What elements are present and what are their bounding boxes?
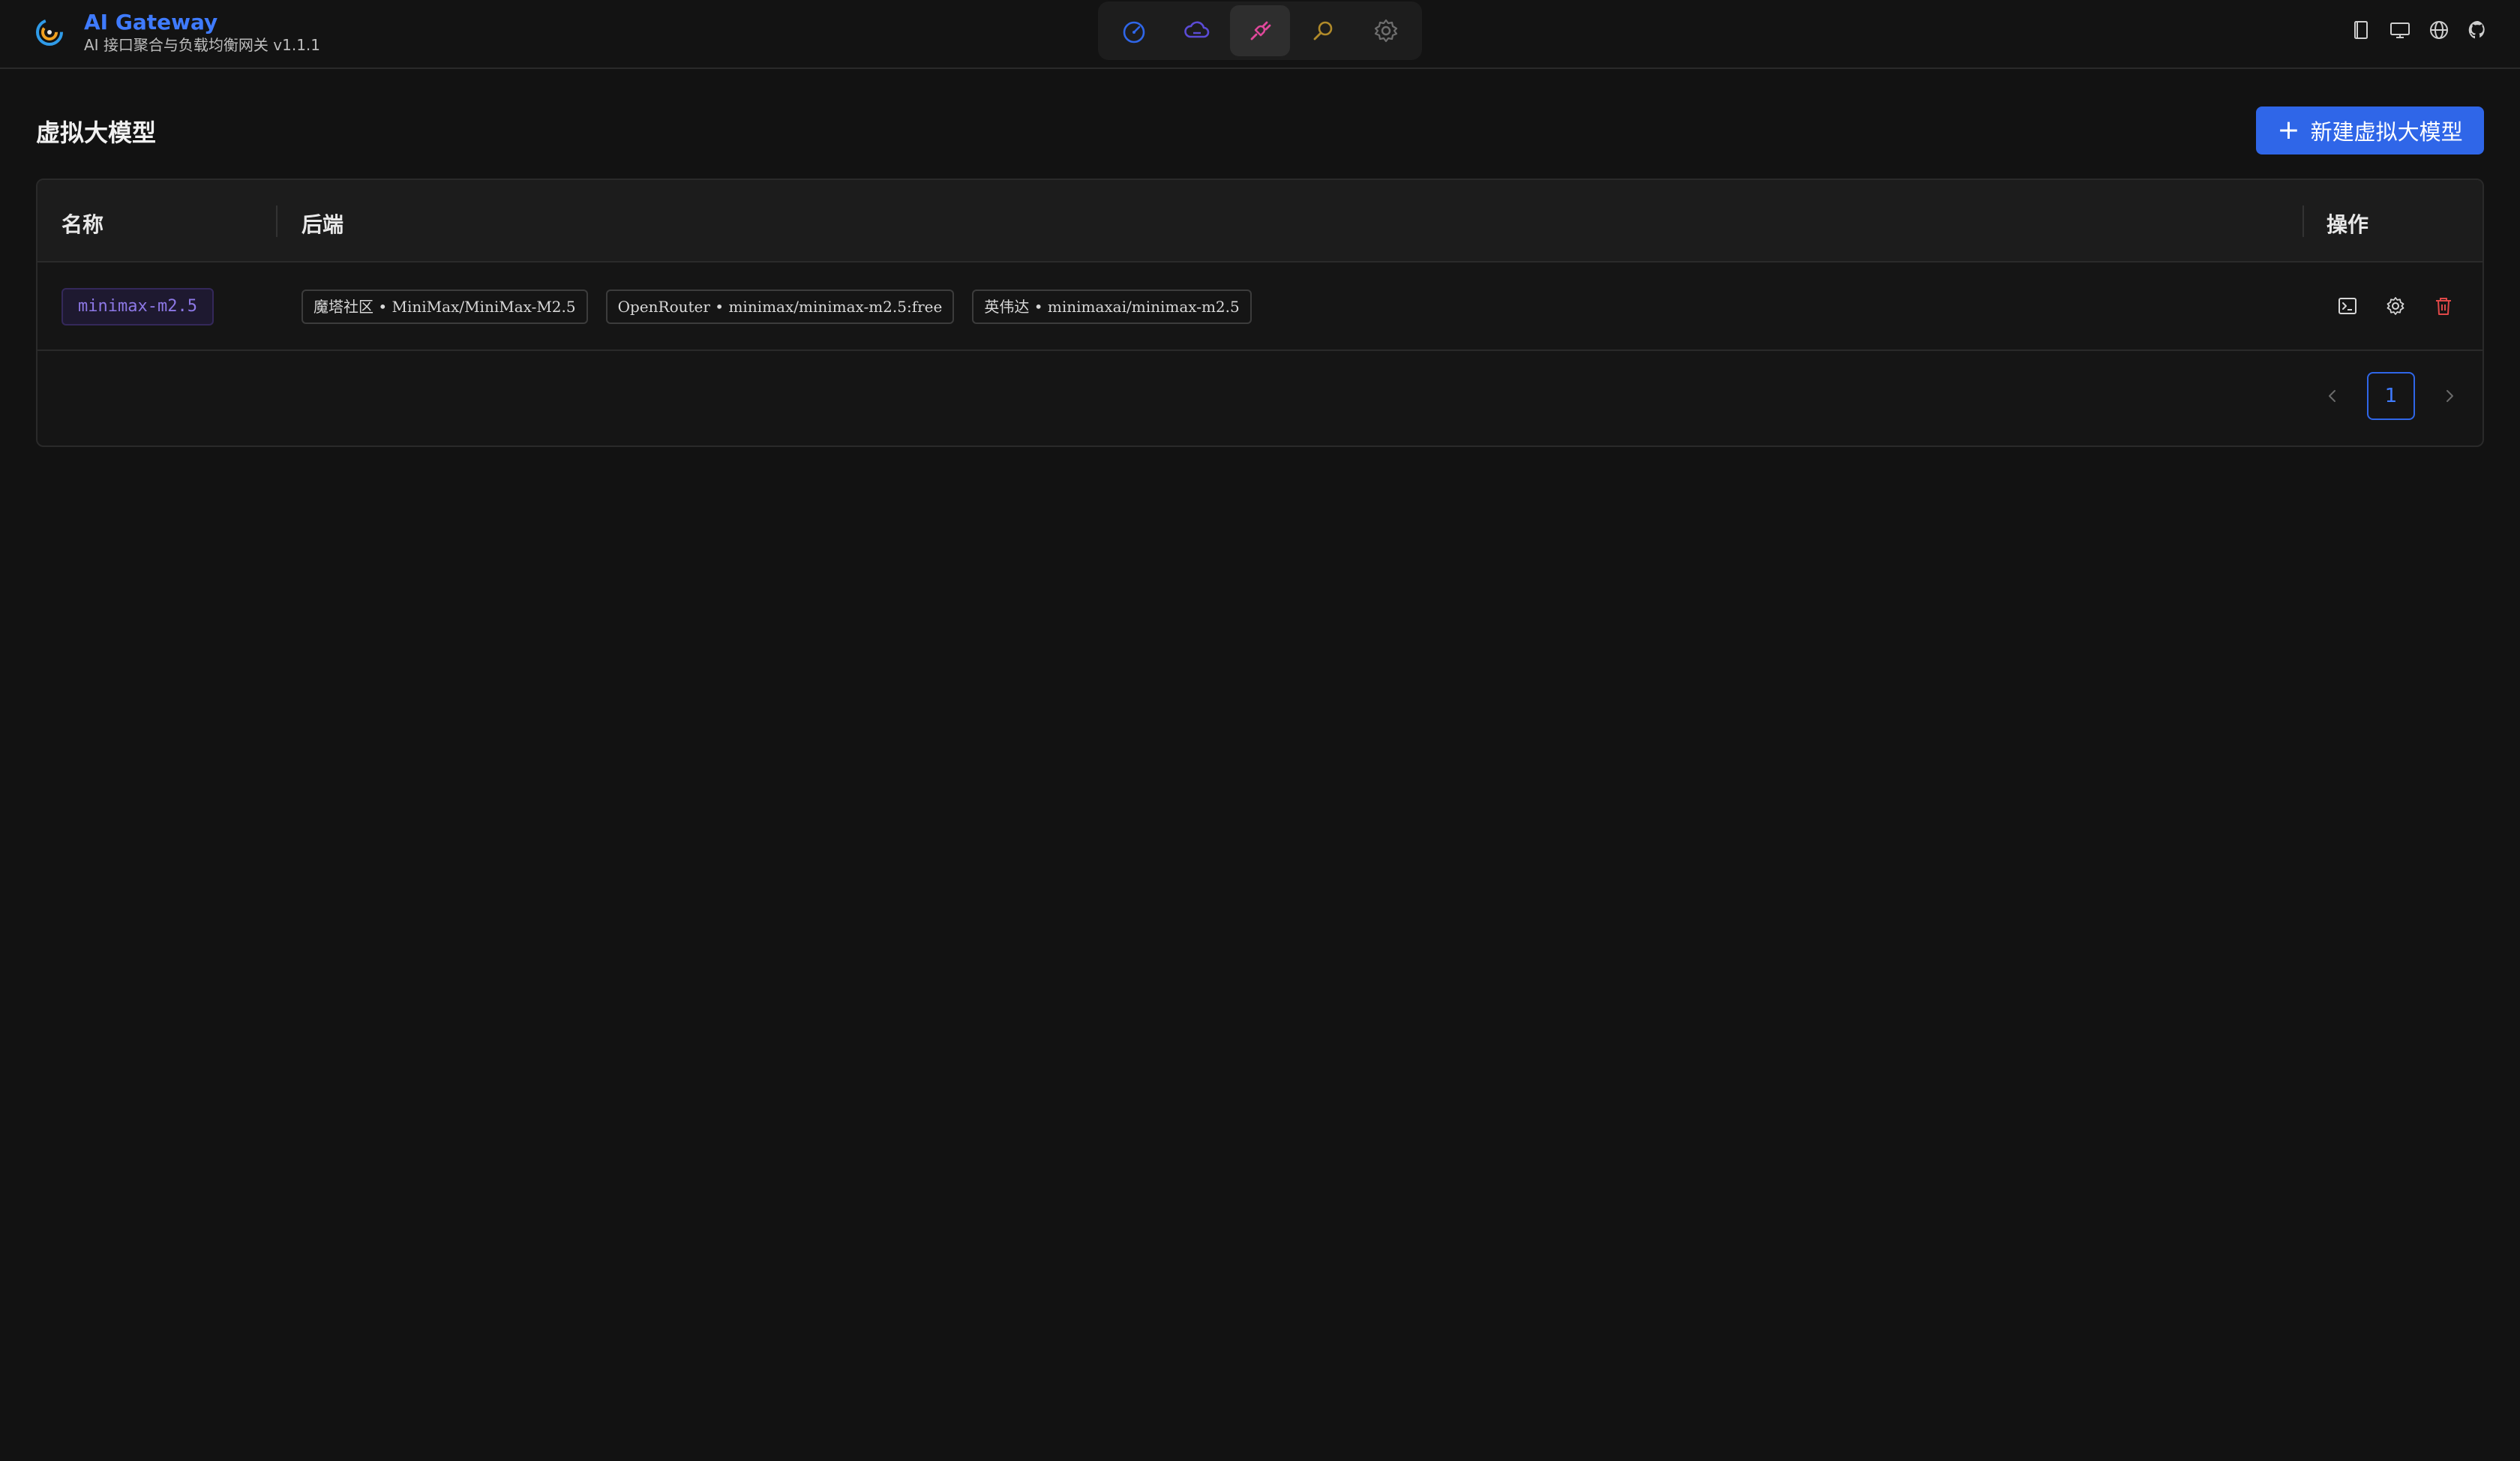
app-subtitle: AI 接口聚合与负载均衡网关 v1.1.1 (84, 36, 321, 54)
terminal-icon (2338, 298, 2356, 314)
test-model-button[interactable] (2336, 292, 2360, 320)
nav-settings[interactable] (1356, 5, 1416, 56)
monitor-icon (2390, 22, 2410, 38)
gear-icon (1374, 19, 1398, 43)
nav-dashboard[interactable] (1104, 5, 1164, 56)
column-header-backend: 后端 (302, 212, 344, 237)
row-actions (2336, 292, 2456, 320)
chevron-right-icon (2446, 390, 2453, 402)
add-virtual-model-label: 新建虚拟大模型 (2310, 119, 2463, 145)
globe-icon (2430, 21, 2448, 39)
theme-button[interactable] (2388, 16, 2412, 44)
column-divider[interactable] (276, 206, 278, 237)
page-1-button[interactable]: 1 (2367, 372, 2415, 420)
delete-model-button[interactable] (2432, 292, 2456, 320)
header-tools (2349, 16, 2490, 44)
table-row: minimax-m2.5 魔塔社区 • MiniMax/MiniMax-M2.5… (38, 262, 2482, 351)
page-title: 虚拟大模型 (36, 118, 157, 147)
virtual-models-table: 名称 后端 操作 minimax-m2.5 魔塔社区 • MiniMax/Min… (36, 178, 2484, 447)
edit-model-button[interactable] (2384, 292, 2408, 320)
column-divider[interactable] (2302, 206, 2304, 237)
backend-tag: OpenRouter • minimax/minimax-m2.5:free (605, 290, 955, 324)
book-icon (2354, 21, 2368, 39)
column-header-name: 名称 (62, 212, 104, 237)
search-icon (1313, 21, 1333, 40)
model-name-tag: minimax-m2.5 (62, 288, 214, 326)
nav-search[interactable] (1293, 5, 1353, 56)
plus-icon: + (2277, 115, 2300, 146)
backend-tag: 魔塔社区 • MiniMax/MiniMax-M2.5 (302, 290, 588, 324)
github-button[interactable] (2466, 16, 2490, 44)
table-header: 名称 后端 操作 (38, 180, 2482, 262)
docs-button[interactable] (2349, 16, 2373, 44)
add-virtual-model-button[interactable]: + 新建虚拟大模型 (2256, 106, 2484, 154)
gear-icon (2386, 297, 2404, 315)
dashboard-gauge-icon (1123, 21, 1145, 44)
app-logo-icon (36, 19, 63, 46)
next-page-button[interactable] (2434, 381, 2464, 411)
app-header: AI Gateway AI 接口聚合与负载均衡网关 v1.1.1 (0, 0, 2520, 69)
backend-list: 魔塔社区 • MiniMax/MiniMax-M2.5 OpenRouter •… (302, 290, 1252, 324)
column-header-actions: 操作 (2326, 212, 2369, 237)
chevron-left-icon (2329, 390, 2336, 402)
nav-cloud[interactable] (1167, 5, 1227, 56)
prev-page-button[interactable] (2318, 381, 2348, 411)
pagination: 1 (2318, 372, 2464, 420)
language-button[interactable] (2427, 16, 2451, 44)
cloud-icon (1184, 21, 1210, 38)
app-title: AI Gateway (84, 10, 218, 34)
plug-icon (1250, 21, 1271, 40)
nav-virtual-models[interactable] (1230, 5, 1290, 56)
main-nav (1098, 2, 1422, 60)
github-icon (2468, 20, 2485, 39)
backend-tag: 英伟达 • minimaxai/minimax-m2.5 (972, 290, 1252, 324)
brand[interactable]: AI Gateway AI 接口聚合与负载均衡网关 v1.1.1 (33, 10, 320, 54)
trash-icon (2436, 298, 2451, 315)
